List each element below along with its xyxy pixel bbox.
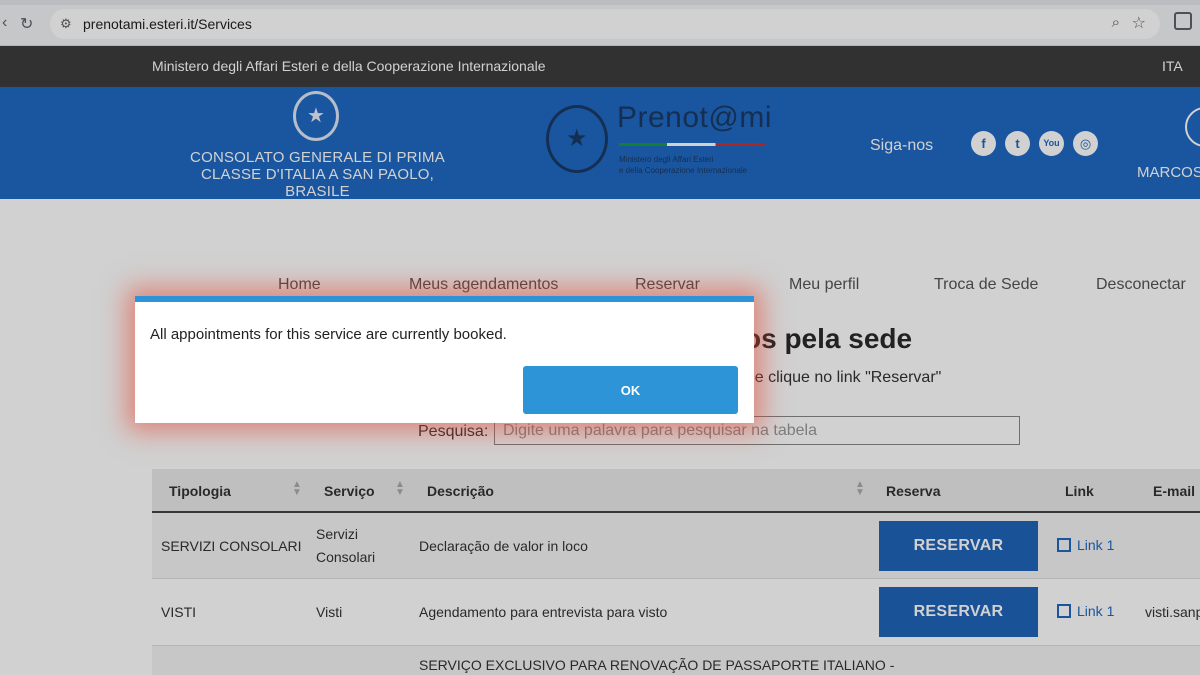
alert-dialog: All appointments for this service are cu… <box>135 296 754 423</box>
alert-message: All appointments for this service are cu… <box>150 326 507 343</box>
ok-button[interactable]: OK <box>523 366 738 414</box>
